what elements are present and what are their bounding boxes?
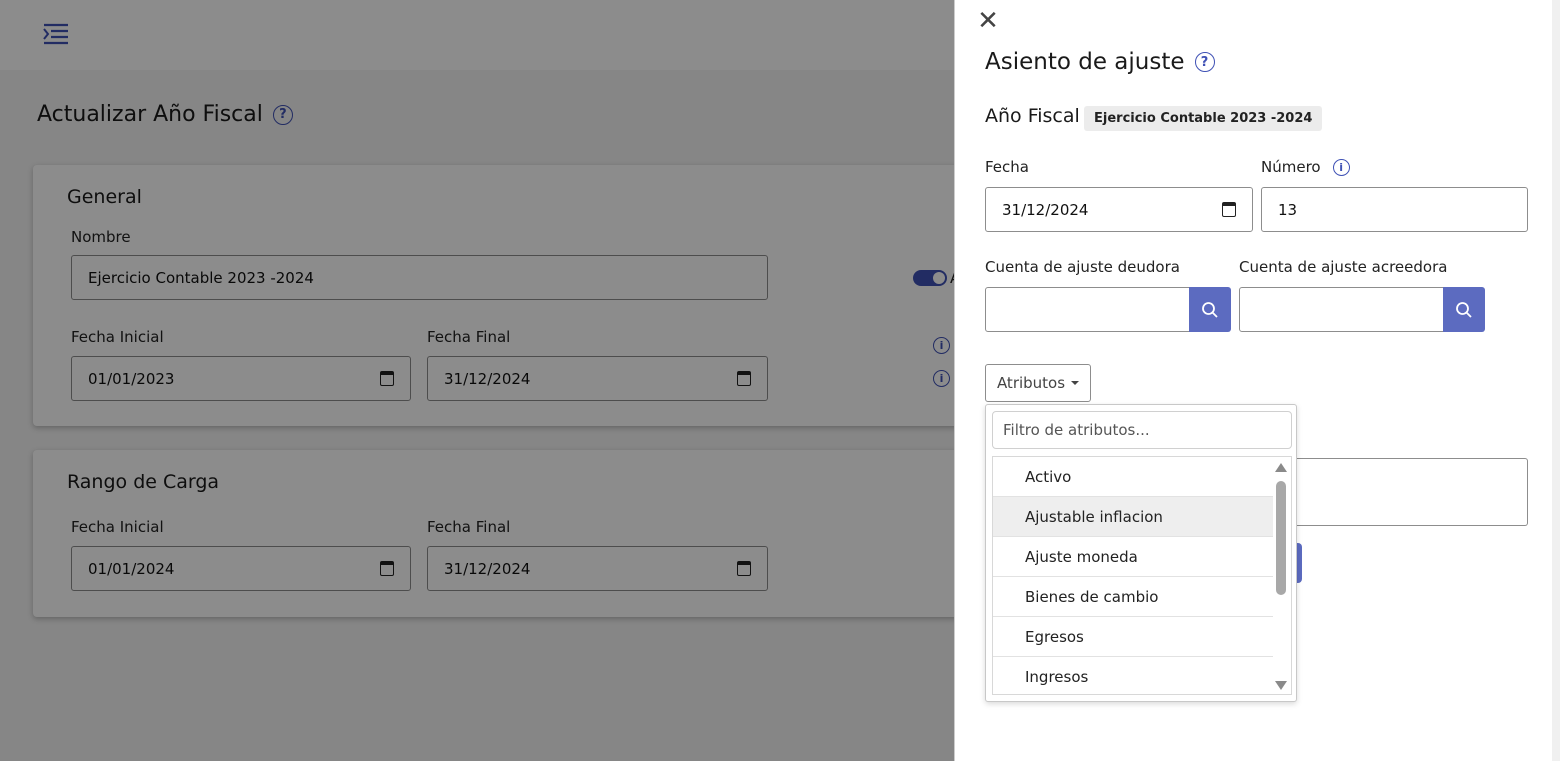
cuenta-deudora-input[interactable]: [985, 287, 1191, 332]
attribute-list: Activo Ajustable inflacion Ajuste moneda…: [992, 456, 1292, 695]
atributos-label: Atributos: [996, 374, 1066, 392]
list-item[interactable]: Ajuste moneda: [993, 537, 1273, 577]
numero-label-row: Número i: [1261, 158, 1350, 176]
panel-title-text: Asiento de ajuste: [985, 49, 1185, 75]
scrollbar-thumb[interactable]: [1276, 481, 1286, 595]
fiscal-year-badge: Ejercicio Contable 2023 -2024: [1084, 106, 1323, 131]
list-item[interactable]: Ajustable inflacion: [993, 497, 1273, 537]
panel-title: Asiento de ajuste ?: [985, 49, 1215, 75]
numero-input[interactable]: 13: [1261, 187, 1528, 232]
scroll-up-icon[interactable]: [1275, 463, 1287, 472]
list-item-label: Ajuste moneda: [1025, 547, 1138, 566]
close-icon[interactable]: ✕: [977, 8, 999, 34]
attribute-filter-input[interactable]: Filtro de atributos...: [992, 411, 1292, 449]
cuenta-acreedora-label: Cuenta de ajuste acreedora: [1239, 258, 1448, 276]
side-panel: ✕ Asiento de ajuste ? Año Fiscal Ejercic…: [954, 0, 1560, 761]
list-item[interactable]: Ingresos: [993, 657, 1273, 694]
calendar-icon[interactable]: [1222, 202, 1236, 217]
atributos-dropdown-menu: Filtro de atributos... Activo Ajustable …: [985, 404, 1297, 702]
cuenta-acreedora-input[interactable]: [1239, 287, 1445, 332]
list-item[interactable]: Bienes de cambio: [993, 577, 1273, 617]
modal-overlay[interactable]: [0, 0, 954, 761]
list-item-label: Egresos: [1025, 627, 1084, 646]
list-item-label: Activo: [1025, 467, 1072, 486]
list-item-label: Ajustable inflacion: [1025, 507, 1163, 526]
description-textarea[interactable]: [1295, 458, 1528, 526]
search-icon: [1202, 301, 1218, 318]
attribute-filter-placeholder: Filtro de atributos...: [1003, 421, 1150, 439]
fecha-label: Fecha: [985, 158, 1029, 176]
atributos-dropdown-button[interactable]: Atributos: [985, 364, 1091, 402]
search-icon: [1456, 301, 1472, 318]
numero-value: 13: [1278, 200, 1298, 219]
list-item[interactable]: Egresos: [993, 617, 1273, 657]
cuenta-deudora-label: Cuenta de ajuste deudora: [985, 258, 1180, 276]
fiscal-year-label: Año Fiscal: [985, 105, 1080, 127]
search-deudora-button[interactable]: [1189, 287, 1231, 332]
caret-down-icon: [1071, 381, 1080, 385]
fecha-input[interactable]: 31/12/2024: [985, 187, 1253, 232]
numero-label: Número: [1261, 158, 1321, 176]
list-item-label: Bienes de cambio: [1025, 587, 1159, 606]
help-icon[interactable]: ?: [1194, 52, 1215, 72]
list-item[interactable]: Activo: [993, 457, 1273, 497]
scroll-down-icon[interactable]: [1275, 681, 1287, 690]
list-item-label: Ingresos: [1025, 668, 1089, 686]
search-acreedora-button[interactable]: [1443, 287, 1485, 332]
info-icon[interactable]: i: [1332, 158, 1350, 176]
panel-scrollbar[interactable]: [1552, 0, 1560, 761]
fecha-value: 31/12/2024: [1002, 200, 1089, 219]
